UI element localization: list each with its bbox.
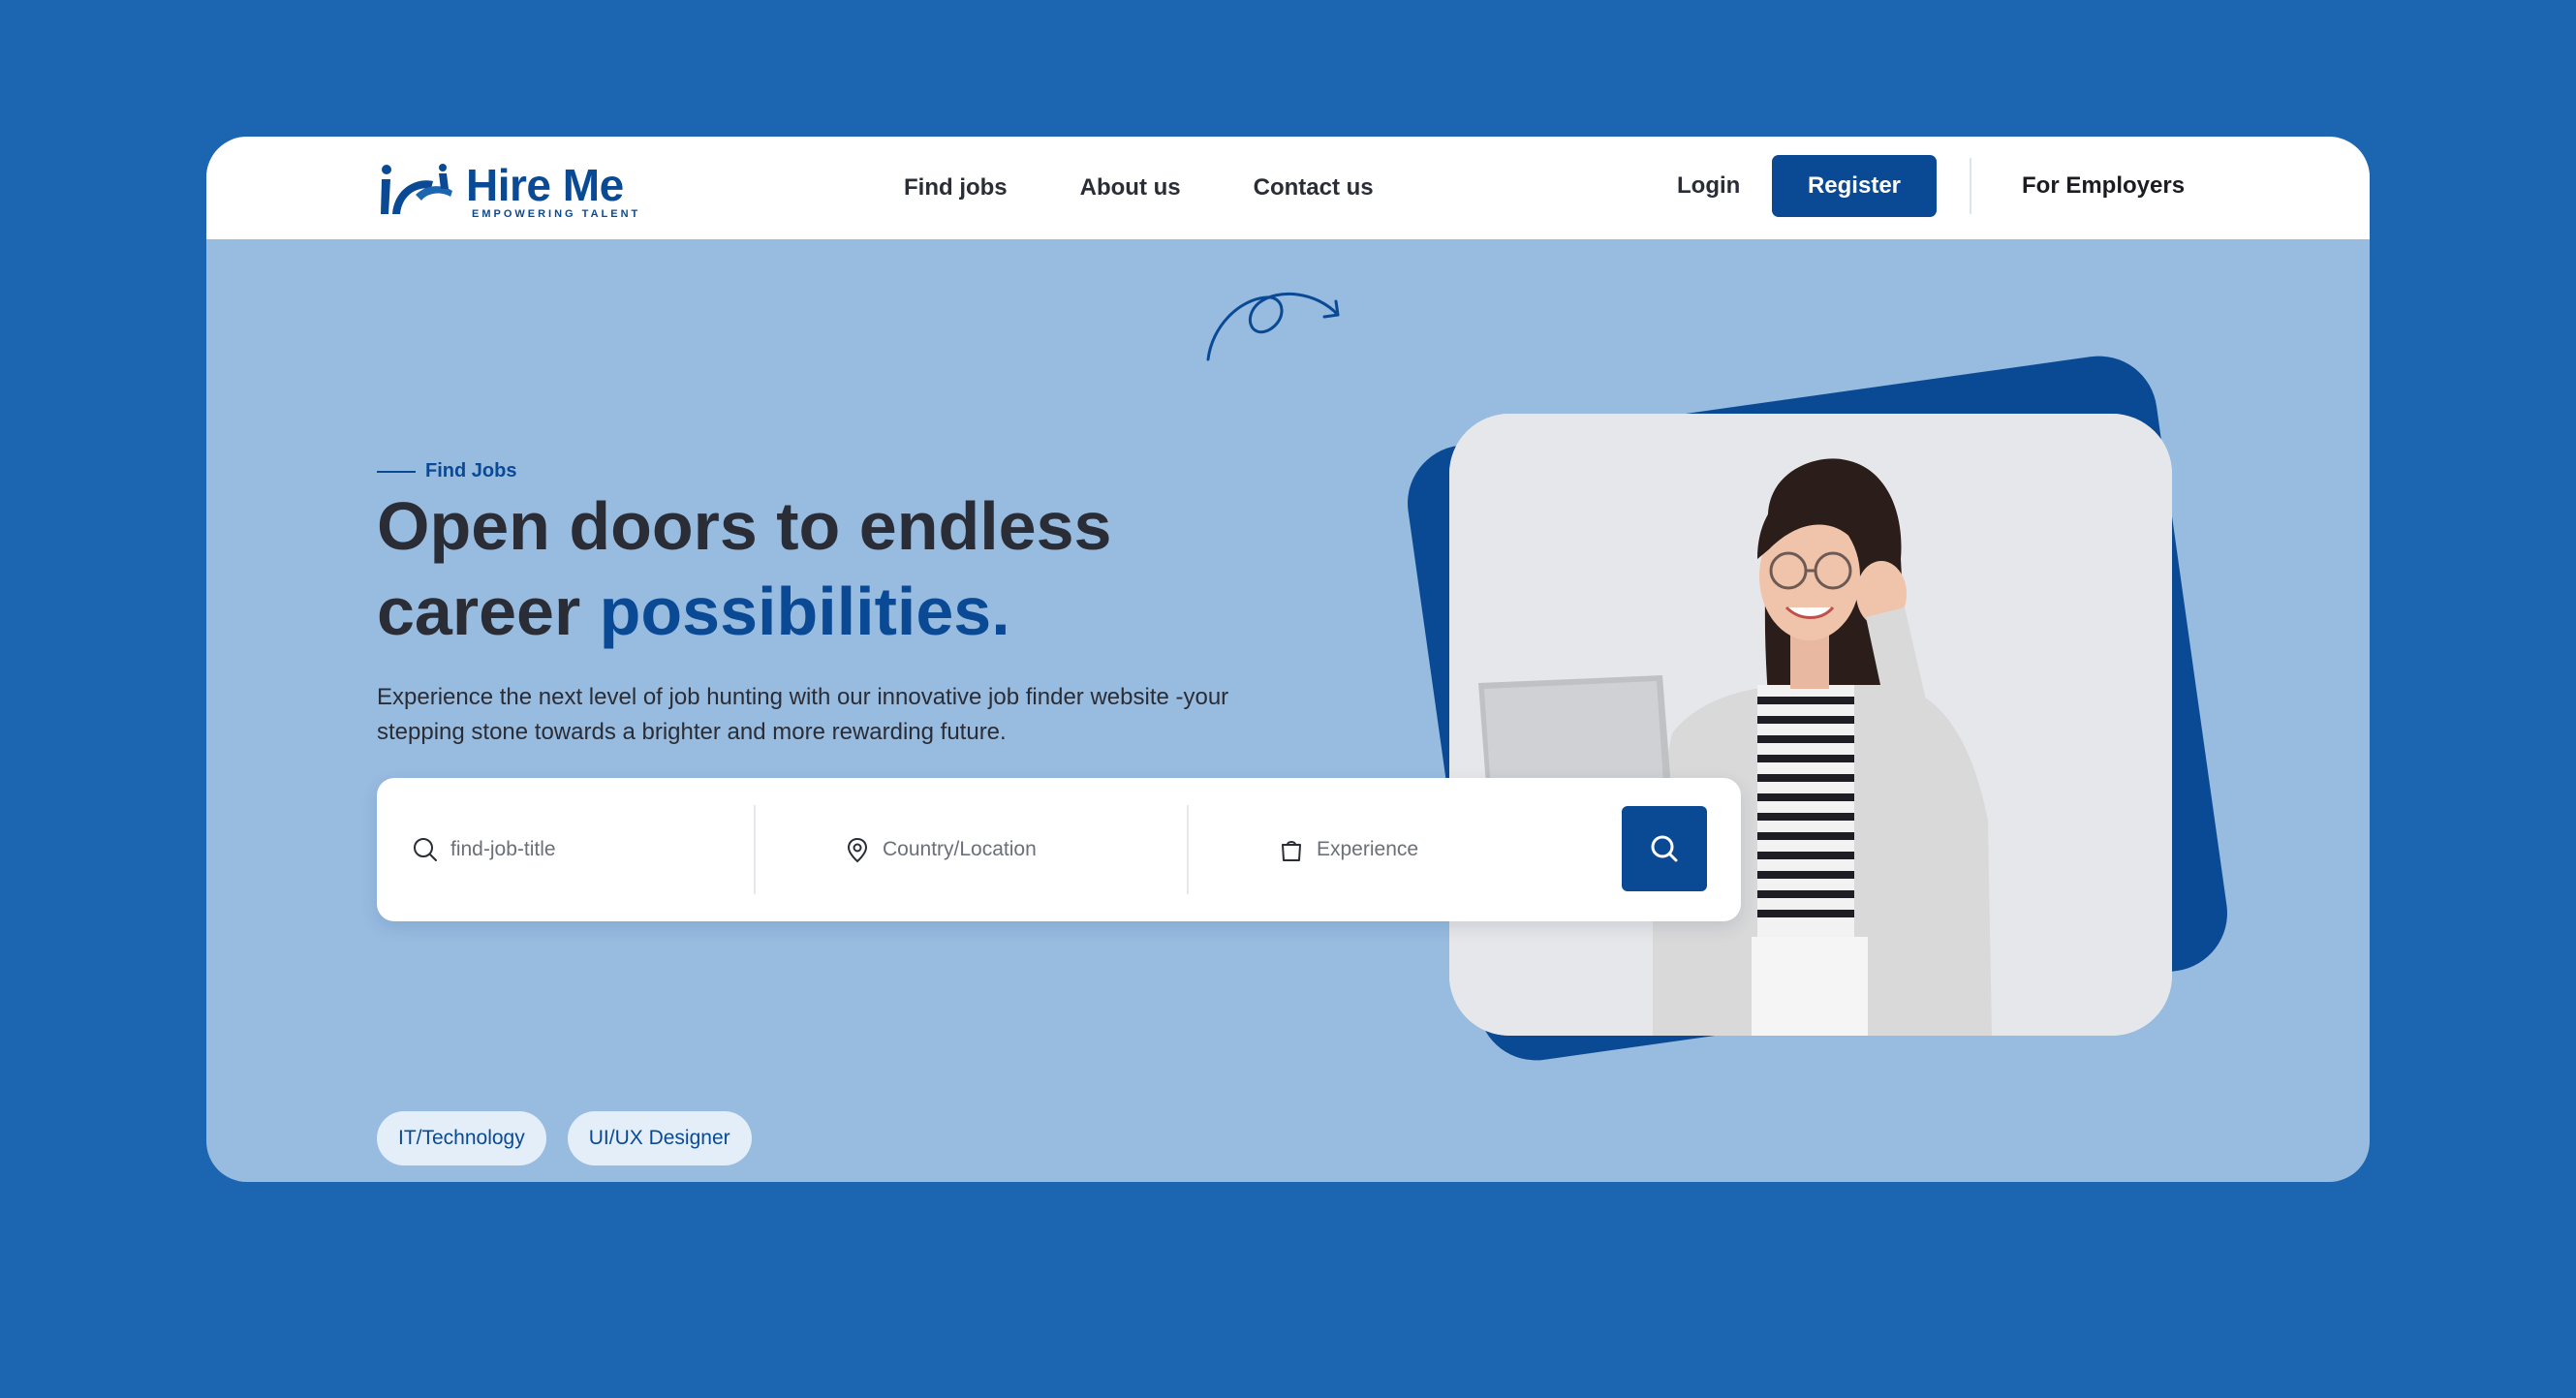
brand-name: Hire Me	[466, 160, 624, 210]
search-divider	[1187, 805, 1189, 894]
brand-tagline: EMPOWERING TALENT	[472, 208, 641, 220]
job-title-placeholder: find-job-title	[450, 838, 556, 860]
nav-about-us[interactable]: About us	[1080, 174, 1181, 202]
eyebrow-line	[377, 470, 416, 473]
job-search-bar: find-job-title Country/Location Experien…	[377, 778, 1741, 921]
landing-page-card: Hire Me EMPOWERING TALENT Find jobs Abou…	[206, 137, 2370, 1182]
nav-divider	[1970, 158, 1971, 214]
squiggle-arrow-icon	[1206, 292, 1340, 361]
top-navbar: Hire Me EMPOWERING TALENT Find jobs Abou…	[206, 137, 2370, 239]
location-field[interactable]: Country/Location	[844, 778, 1037, 921]
location-placeholder: Country/Location	[883, 838, 1037, 860]
eyebrow-text: Find Jobs	[425, 460, 517, 482]
hero-subtext: Experience the next level of job hunting…	[377, 684, 1229, 745]
login-link[interactable]: Login	[1677, 172, 1740, 200]
brand-logo[interactable]: Hire Me EMPOWERING TALENT	[377, 160, 640, 222]
register-button[interactable]: Register	[1772, 155, 1937, 217]
logo-icon	[381, 164, 452, 214]
for-employers-link[interactable]: For Employers	[2022, 172, 2185, 200]
woman-with-laptop-illustration	[1449, 414, 2172, 1036]
tag-it-technology[interactable]: IT/Technology	[377, 1111, 546, 1165]
search-icon	[414, 838, 437, 861]
hero-eyebrow: Find Jobs	[377, 460, 516, 482]
search-button[interactable]	[1622, 806, 1707, 891]
nav-contact-us[interactable]: Contact us	[1254, 174, 1374, 202]
briefcase-icon	[1282, 841, 1301, 861]
nav-find-jobs[interactable]: Find jobs	[904, 174, 1008, 202]
popular-tags: IT/Technology UI/UX Designer	[377, 1111, 752, 1165]
nav-links: Find jobs About us Contact us	[904, 137, 1374, 239]
tag-ui-ux-designer[interactable]: UI/UX Designer	[567, 1111, 752, 1165]
job-title-field[interactable]: find-job-title	[412, 778, 556, 921]
hero-photo	[1449, 414, 2172, 1036]
experience-placeholder: Experience	[1317, 838, 1419, 860]
hero-headline: Open doors to endless career possibiliti…	[377, 483, 1249, 654]
search-icon	[1651, 835, 1678, 862]
headline-accent: possibilities.	[599, 574, 1010, 649]
experience-field[interactable]: Experience	[1278, 778, 1418, 921]
location-pin-icon	[847, 837, 868, 863]
search-divider	[754, 805, 756, 894]
